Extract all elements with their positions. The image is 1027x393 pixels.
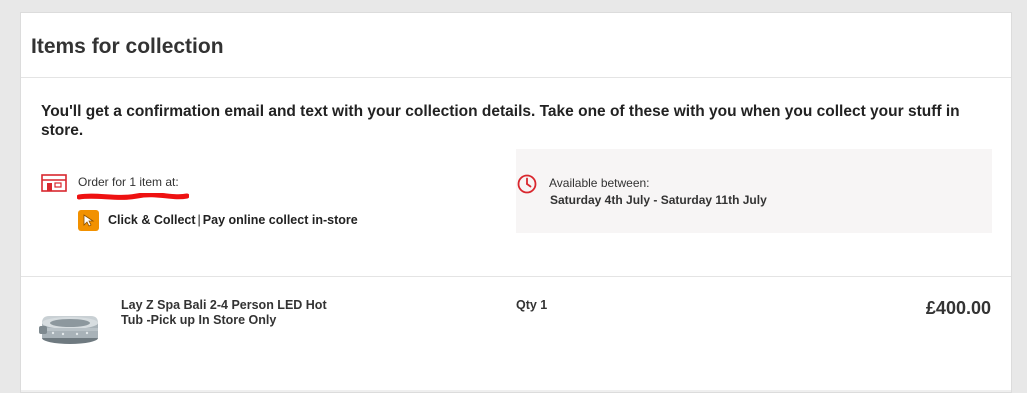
availability-dates: Saturday 4th July - Saturday 11th July (550, 193, 767, 207)
card-bottom-edge (21, 390, 1011, 392)
method-separator: | (197, 213, 201, 227)
section-title: Items for collection (31, 35, 224, 58)
divider (21, 276, 1011, 277)
redacted-store-name (76, 189, 190, 200)
product-name[interactable]: Lay Z Spa Bali 2-4 Person LED Hot Tub -P… (121, 298, 336, 328)
availability-panel: Available between: Saturday 4th July - S… (516, 149, 992, 233)
availability-label: Available between: (549, 176, 650, 190)
order-for-label: Order for 1 item at: (78, 175, 179, 189)
click-and-collect-label: Click & Collect | Pay online collect in-st… (108, 213, 358, 227)
hot-tub-image (39, 306, 101, 346)
method-description: Pay online collect in-store (202, 213, 358, 227)
store-icon (41, 174, 67, 192)
card-header: Items for collection (21, 13, 1011, 78)
collection-card: Items for collection You'll get a confir… (20, 12, 1012, 393)
quantity: Qty 1 (516, 298, 548, 312)
collection-intro-text: You'll get a confirmation email and text… (41, 103, 960, 139)
method-name: Click & Collect (108, 213, 196, 227)
clock-icon (516, 173, 538, 200)
item-price: £400.00 (925, 298, 991, 318)
cursor-icon (78, 210, 99, 231)
